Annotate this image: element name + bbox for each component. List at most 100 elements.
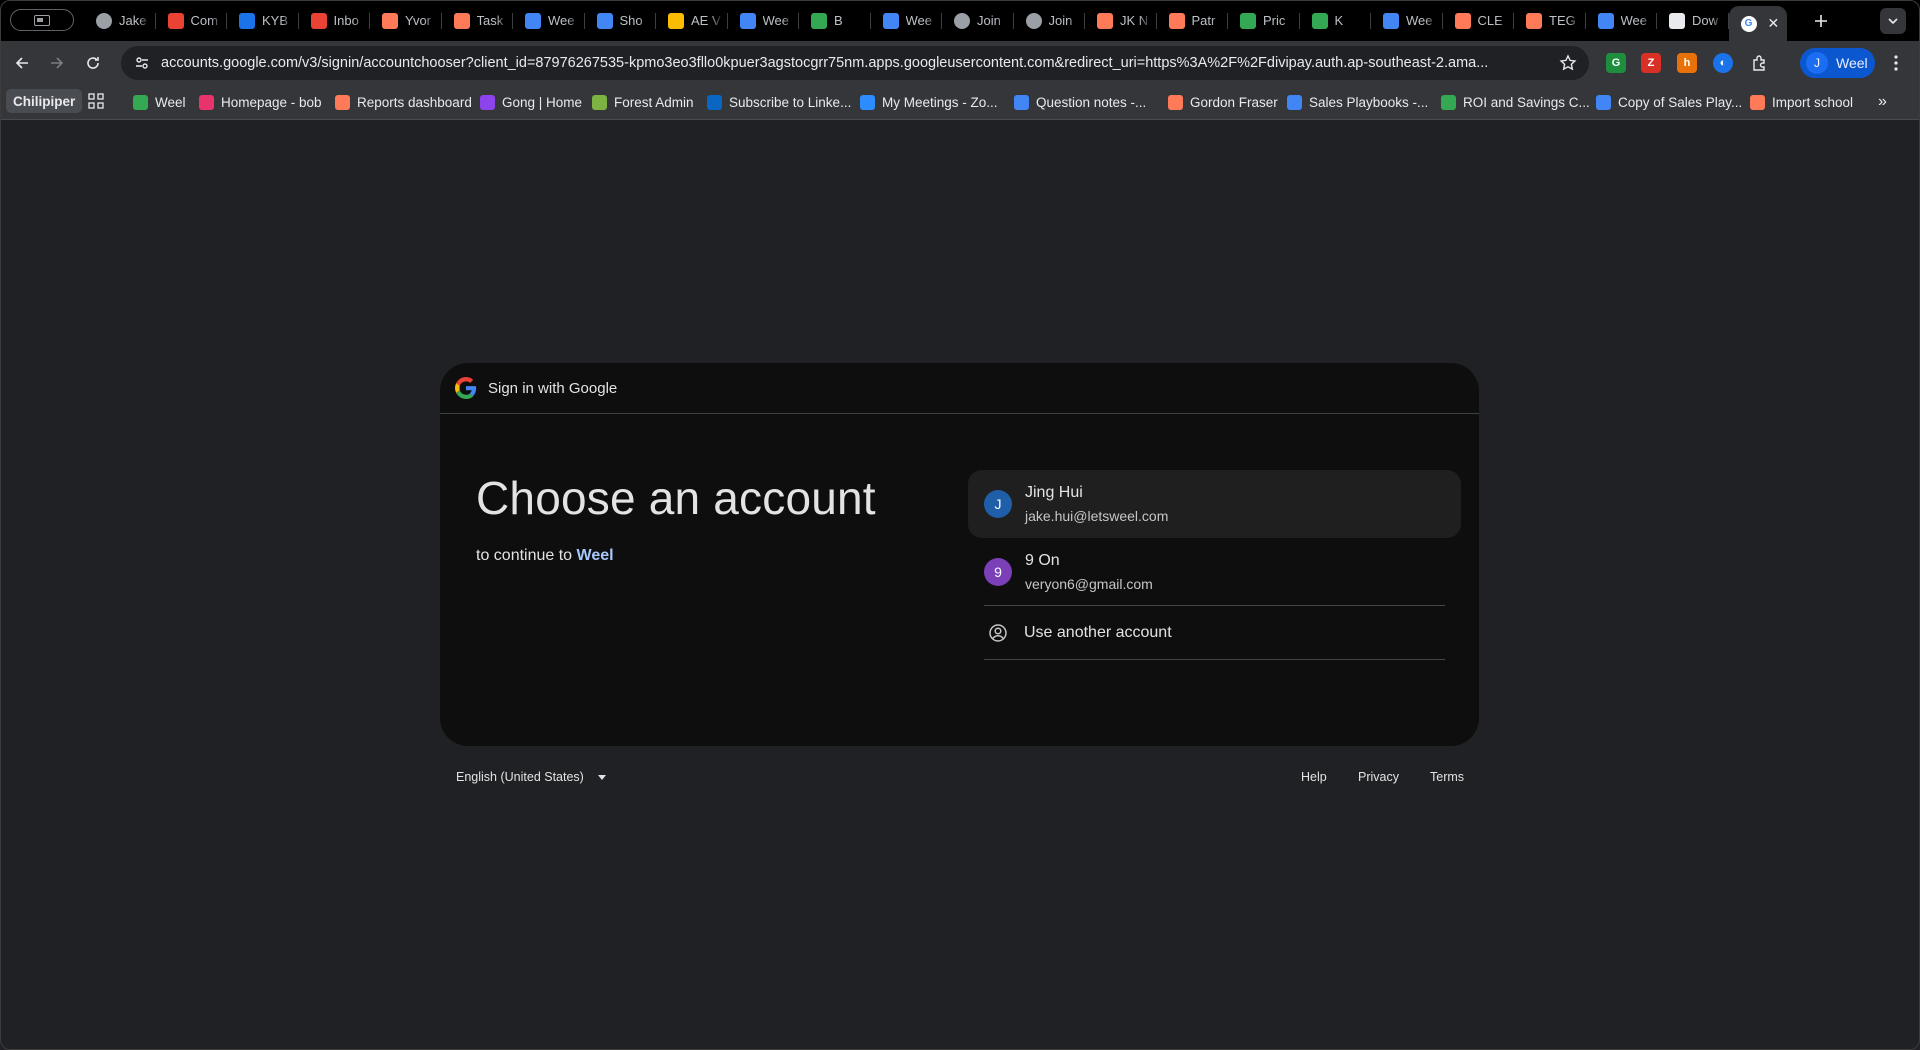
tab[interactable]: TEG <box>1514 0 1586 41</box>
gmail-icon <box>310 12 327 29</box>
tab[interactable]: Task <box>442 0 514 41</box>
bookmark-item[interactable]: Weel <box>133 91 186 113</box>
bookmark-item[interactable]: ROI and Savings C... <box>1441 91 1590 113</box>
hubspot-icon <box>1750 94 1765 110</box>
bookmark-item[interactable]: Homepage - bob <box>199 91 322 113</box>
tab[interactable]: Wee <box>871 0 943 41</box>
hubspot-icon <box>335 94 350 110</box>
clover-icon <box>1240 12 1256 29</box>
bookmarks-overflow-icon[interactable]: » <box>1878 93 1887 111</box>
avatar: 9 <box>984 558 1012 586</box>
tab[interactable]: JK N <box>1085 0 1157 41</box>
bookmark-label: My Meetings - Zo... <box>882 94 998 110</box>
bookmark-label: Gordon Fraser <box>1190 94 1278 110</box>
zoom-icon <box>860 94 875 110</box>
tab-search-button[interactable] <box>10 9 74 31</box>
browser-menu-button[interactable] <box>1886 53 1906 73</box>
tab-title: Com <box>190 13 218 28</box>
tab-list-button[interactable] <box>1880 8 1906 34</box>
bookmark-label: Copy of Sales Play... <box>1618 94 1743 110</box>
tab-title: Sho <box>619 13 643 28</box>
tab[interactable]: Dow <box>1657 0 1729 41</box>
hubspot-icon <box>1168 94 1183 110</box>
tab[interactable]: Patr <box>1157 0 1229 41</box>
account-item[interactable]: 9 9 On veryon6@gmail.com <box>968 538 1461 606</box>
tab[interactable]: Sho <box>585 0 657 41</box>
privacy-link[interactable]: Privacy <box>1358 770 1399 784</box>
new-tab-button[interactable] <box>1808 8 1834 34</box>
tab[interactable]: Wee <box>1586 0 1658 41</box>
app-name-link[interactable]: Weel <box>577 547 614 564</box>
tab[interactable]: CLE <box>1443 0 1515 41</box>
tab[interactable]: Wee <box>728 0 800 41</box>
extension-hubspot-icon[interactable]: h <box>1677 53 1697 73</box>
tab[interactable]: Jake <box>84 0 156 41</box>
hubspot-icon <box>1526 12 1542 29</box>
slides-icon <box>668 12 684 29</box>
continue-prefix: to continue to <box>476 547 573 564</box>
tab[interactable]: Wee <box>1371 0 1443 41</box>
tab[interactable]: B <box>799 0 871 41</box>
tab[interactable]: K <box>1300 0 1372 41</box>
bookmark-label: ROI and Savings C... <box>1463 94 1590 110</box>
bolt-icon <box>239 12 255 29</box>
tab-title: Task <box>476 13 504 28</box>
profile-name: Weel <box>1836 55 1868 71</box>
bookmark-star-icon[interactable] <box>1559 54 1577 72</box>
back-button[interactable] <box>9 50 35 76</box>
tab[interactable]: Inbo <box>299 0 371 41</box>
extension-shield-icon[interactable]: ◐ <box>1713 53 1733 73</box>
link-icon <box>954 12 970 29</box>
bookmark-item[interactable]: Gong | Home <box>480 91 582 113</box>
tab-title: Inbo <box>333 13 359 28</box>
tab[interactable]: Join <box>942 0 1014 41</box>
google-logo-icon <box>455 377 477 399</box>
tab-title: B <box>834 13 843 28</box>
account-item[interactable]: J Jing Hui jake.hui@letsweel.com <box>968 470 1461 538</box>
reload-button[interactable] <box>80 50 106 76</box>
gmail-icon <box>167 12 184 29</box>
bookmark-item[interactable]: My Meetings - Zo... <box>860 91 998 113</box>
bookmark-item[interactable]: Import school <box>1750 91 1853 113</box>
tab[interactable]: AE V <box>656 0 728 41</box>
url-text[interactable]: accounts.google.com/v3/signin/accountcho… <box>161 55 1549 71</box>
tab[interactable]: Com <box>156 0 228 41</box>
account-email: jake.hui@letsweel.com <box>1025 508 1169 524</box>
extension-z-icon[interactable]: Z <box>1641 53 1661 73</box>
close-icon[interactable]: ✕ <box>1768 15 1780 32</box>
bookmark-item[interactable]: Reports dashboard <box>335 91 472 113</box>
tab[interactable]: Wee <box>513 0 585 41</box>
address-bar[interactable]: accounts.google.com/v3/signin/accountcho… <box>121 46 1589 80</box>
profile-button[interactable]: J Weel <box>1800 48 1875 78</box>
tab-title: CLE <box>1477 13 1503 28</box>
extensions-puzzle-icon[interactable] <box>1750 53 1770 73</box>
bookmark-item[interactable]: Copy of Sales Play... <box>1596 91 1742 113</box>
bookmark-item[interactable]: Gordon Fraser <box>1168 91 1278 113</box>
use-another-account-button[interactable]: Use another account <box>968 606 1461 660</box>
tab[interactable]: KYB <box>227 0 299 41</box>
bookmark-item[interactable]: Sales Playbooks -... <box>1287 91 1428 113</box>
bookmark-item[interactable]: Question notes -... <box>1014 91 1146 113</box>
tab-active[interactable]: G ✕ <box>1728 6 1787 41</box>
tab[interactable]: Join <box>1014 0 1086 41</box>
tab[interactable]: Yvor <box>370 0 442 41</box>
bookmark-item[interactable]: Subscribe to Linke... <box>707 91 851 113</box>
terms-link[interactable]: Terms <box>1430 770 1464 784</box>
docs-icon <box>1287 94 1302 110</box>
site-info-button[interactable] <box>127 48 157 78</box>
hubspot-icon <box>453 12 470 29</box>
forward-button[interactable] <box>44 50 70 76</box>
docs-icon <box>1596 94 1611 110</box>
help-link[interactable]: Help <box>1301 770 1327 784</box>
clover-icon <box>133 94 148 110</box>
bookmark-profile-chip[interactable]: Chilipiper <box>6 89 83 113</box>
tab-list: Jake Com KYB Inbo Yvor Task Wee Sho AE V Wee B Wee J… <box>84 0 1787 41</box>
account-list: J Jing Hui jake.hui@letsweel.com 9 9 On … <box>968 470 1461 660</box>
extension-grammarly-icon[interactable]: G <box>1606 53 1626 73</box>
tab[interactable]: Pric <box>1228 0 1300 41</box>
language-selector[interactable]: English (United States) <box>456 770 606 784</box>
apps-grid-icon[interactable] <box>88 93 104 109</box>
tab-title: AE V <box>691 13 721 28</box>
bookmark-item[interactable]: Forest Admin <box>592 91 694 113</box>
docs-icon <box>1014 94 1029 110</box>
